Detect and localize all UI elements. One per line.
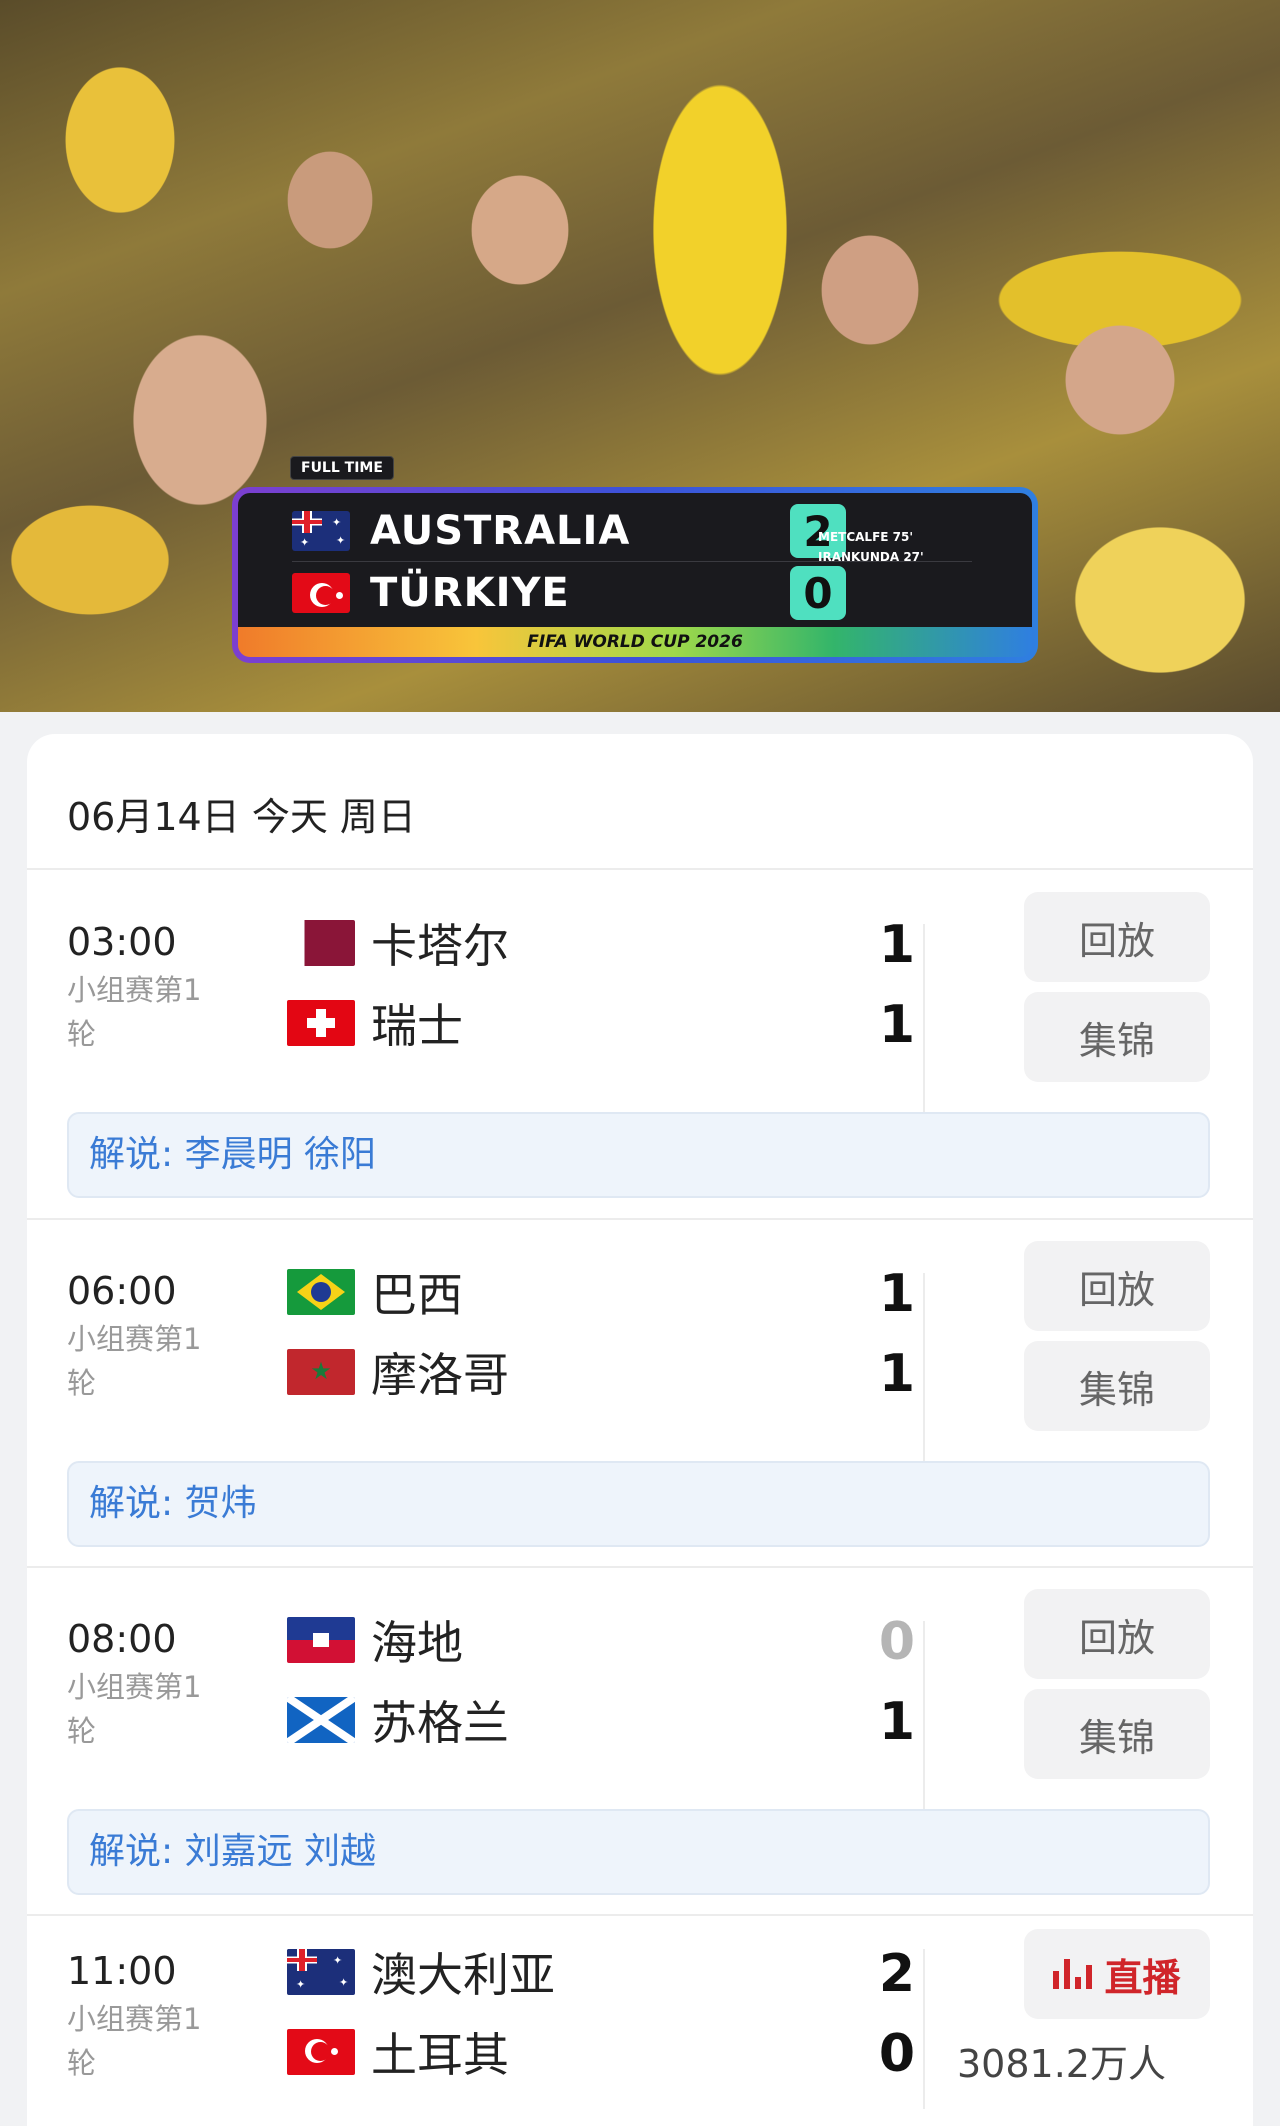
full-time-tag: FULL TIME bbox=[290, 456, 394, 480]
away-score: 1 bbox=[878, 995, 916, 1055]
away-team: 土耳其 bbox=[287, 2019, 509, 2085]
goal-scorers: METCALFE 75' IRANKUNDA 27' bbox=[818, 527, 924, 567]
scoreboard: ✦ ✦ ✦ AUSTRALIA 2 TÜRKIYE 0 METCALFE 75' I… bbox=[232, 487, 1038, 663]
tournament-banner: FIFA WORLD CUP 2026 bbox=[238, 627, 1032, 657]
date: 06月14日 bbox=[67, 795, 240, 839]
away-team: 摩洛哥 bbox=[287, 1339, 509, 1405]
replay-button[interactable]: 回放 bbox=[1024, 892, 1210, 982]
match-time: 06:00 bbox=[67, 1269, 177, 1313]
replay-button[interactable]: 回放 bbox=[1024, 1241, 1210, 1331]
home-score: 1 bbox=[878, 1264, 916, 1324]
viewer-count: 3081.2万人 bbox=[957, 2042, 1166, 2086]
morocco-flag-icon bbox=[287, 1349, 355, 1395]
match-row[interactable]: 03:00 小组赛第1轮 卡塔尔 瑞士 1 1 回放 集锦 解说: 李晨明 徐阳 bbox=[27, 870, 1253, 1220]
away-score: 1 bbox=[878, 1344, 916, 1404]
divider bbox=[923, 1273, 925, 1463]
live-button[interactable]: 直播 bbox=[1024, 1929, 1210, 2019]
scorer: IRANKUNDA 27' bbox=[818, 550, 924, 564]
scorer: METCALFE 75' bbox=[818, 530, 914, 544]
match-row[interactable]: 08:00 小组赛第1轮 海地 苏格兰 0 1 回放 集锦 解说: 刘嘉远 刘越 bbox=[27, 1567, 1253, 1917]
highlights-button[interactable]: 集锦 bbox=[1024, 1341, 1210, 1431]
match-stage: 小组赛第1轮 bbox=[67, 973, 202, 1051]
highlights-button[interactable]: 集锦 bbox=[1024, 992, 1210, 1082]
live-bars-icon bbox=[1053, 1959, 1093, 1989]
match-stage: 小组赛第1轮 bbox=[67, 1670, 202, 1748]
home-score: 2 bbox=[878, 1944, 916, 2004]
divider bbox=[923, 1621, 925, 1811]
home-team: ✦ ✦ ✦ 澳大利亚 bbox=[287, 1939, 555, 2005]
team-name: 卡塔尔 bbox=[371, 919, 509, 973]
divider bbox=[923, 1949, 925, 2109]
team-name: 瑞士 bbox=[371, 999, 463, 1053]
hero-image: FULL TIME ✦ ✦ ✦ AUSTRALIA 2 TÜRKIYE 0 METC… bbox=[0, 0, 1280, 712]
team-name: 海地 bbox=[371, 1616, 463, 1670]
highlights-button[interactable]: 集锦 bbox=[1024, 1689, 1210, 1779]
commentators: 解说: 李晨明 徐阳 bbox=[67, 1112, 1210, 1198]
qatar-flag-icon bbox=[287, 920, 355, 966]
scoreboard-row: TÜRKIYE 0 bbox=[292, 565, 846, 621]
australia-flag-icon: ✦ ✦ ✦ bbox=[287, 1949, 355, 1995]
australia-flag-icon: ✦ ✦ ✦ bbox=[292, 511, 350, 551]
tournament-name: FIFA WORLD CUP 2026 bbox=[527, 632, 743, 652]
schedule-card: 06月14日 今天 周日 03:00 小组赛第1轮 卡塔尔 瑞士 1 1 回放 … bbox=[27, 734, 1253, 2126]
scoreboard-row: ✦ ✦ ✦ AUSTRALIA 2 bbox=[292, 503, 846, 559]
match-time: 08:00 bbox=[67, 1617, 177, 1661]
team-name: TÜRKIYE bbox=[370, 570, 570, 616]
team-score: 0 bbox=[790, 566, 846, 620]
team-name: AUSTRALIA bbox=[370, 508, 631, 554]
date-header: 06月14日 今天 周日 bbox=[67, 786, 416, 841]
home-score: 0 bbox=[878, 1612, 916, 1672]
commentators: 解说: 贺炜 bbox=[67, 1461, 1210, 1547]
team-name: 澳大利亚 bbox=[371, 1948, 555, 2002]
team-name: 土耳其 bbox=[371, 2028, 509, 2082]
turkey-flag-icon bbox=[287, 2029, 355, 2075]
brazil-flag-icon bbox=[287, 1269, 355, 1315]
away-team: 苏格兰 bbox=[287, 1687, 509, 1753]
home-score: 1 bbox=[878, 915, 916, 975]
turkey-flag-icon bbox=[292, 573, 350, 613]
home-team: 卡塔尔 bbox=[287, 910, 509, 976]
live-label: 直播 bbox=[1104, 1955, 1181, 2000]
away-team: 瑞士 bbox=[287, 990, 463, 1056]
switzerland-flag-icon bbox=[287, 1000, 355, 1046]
day-label: 今天 bbox=[251, 795, 328, 839]
match-row[interactable]: 11:00 小组赛第1轮 ✦ ✦ ✦ 澳大利亚 土耳其 2 0 直播 3081.2万… bbox=[27, 1915, 1253, 2125]
replay-button[interactable]: 回放 bbox=[1024, 1589, 1210, 1679]
divider bbox=[923, 924, 925, 1114]
home-team: 巴西 bbox=[287, 1259, 463, 1325]
haiti-flag-icon bbox=[287, 1617, 355, 1663]
match-stage: 小组赛第1轮 bbox=[67, 2002, 202, 2080]
commentators: 解说: 刘嘉远 刘越 bbox=[67, 1809, 1210, 1895]
match-stage: 小组赛第1轮 bbox=[67, 1322, 202, 1400]
team-name: 巴西 bbox=[371, 1268, 463, 1322]
match-row[interactable]: 06:00 小组赛第1轮 巴西 摩洛哥 1 1 回放 集锦 解说: 贺炜 bbox=[27, 1219, 1253, 1569]
away-score: 0 bbox=[878, 2024, 916, 2084]
away-score: 1 bbox=[878, 1692, 916, 1752]
weekday: 周日 bbox=[339, 795, 416, 839]
match-time: 03:00 bbox=[67, 920, 177, 964]
match-time: 11:00 bbox=[67, 1949, 177, 1993]
team-name: 摩洛哥 bbox=[371, 1348, 509, 1402]
home-team: 海地 bbox=[287, 1607, 463, 1673]
team-name: 苏格兰 bbox=[371, 1696, 509, 1750]
scotland-flag-icon bbox=[287, 1697, 355, 1743]
